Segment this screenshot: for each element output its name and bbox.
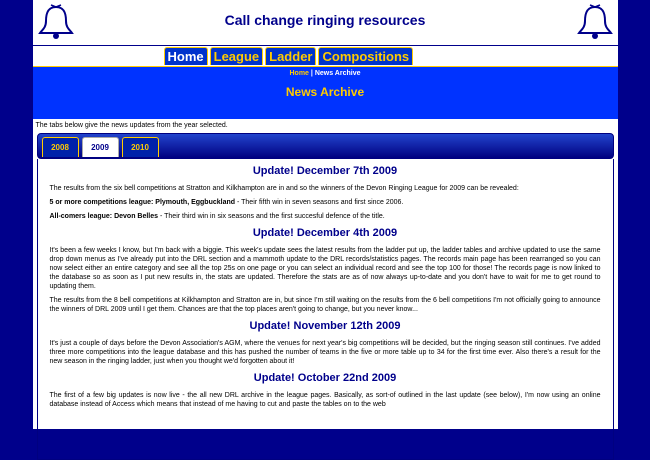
breadcrumb-separator: | [310,70,313,77]
breadcrumb: Home | News Archive [33,70,618,77]
tab-2009[interactable]: 2009 [81,137,119,157]
update-paragraph: All-comers league: Devon Belles - Their … [50,212,601,221]
update-title: Update! November 12th 2009 [249,320,401,332]
page: Call change ringing resources Home Leagu… [32,0,618,460]
year-tab-panel: 2008 2009 2010 [36,133,614,159]
bell-icon [575,3,614,41]
page-title: News Archive [285,85,365,99]
update-paragraph: The results from the 8 bell competitions… [49,297,601,313]
update-paragraph: It's just a couple of days before the De… [49,340,601,365]
intro-text: The tabs below give the news updates fro… [35,122,228,129]
tab-compositions[interactable]: Compositions [318,47,414,65]
update-paragraph: The results from the six bell competitio… [49,185,519,192]
breadcrumb-current: News Archive [314,70,361,77]
tab-2010[interactable]: 2010 [121,137,159,157]
news-item: Update! October 22nd 2009 The first of a… [50,372,601,409]
league-winner-label: 5 or more competitions league: Plymouth,… [49,199,236,206]
tab-league[interactable]: League [209,47,264,65]
tab-2008[interactable]: 2008 [41,137,79,157]
league-winner-text: - Their fifth win in seven seasons and f… [235,199,404,206]
title-bar: Home | News Archive News Archive [32,66,618,119]
tab-home[interactable]: Home [163,47,208,65]
breadcrumb-home-link[interactable]: Home [290,70,309,77]
year-tabs: 2008 2009 2010 [41,137,162,157]
update-title: Update! December 7th 2009 [252,165,398,177]
site-title: Call change ringing resources [224,12,426,28]
update-paragraph: It's been a few weeks I know, but I'm ba… [49,247,601,290]
update-paragraph: The first of a few big updates is now li… [49,392,601,408]
news-content: Update! December 7th 2009 The results fr… [36,159,614,460]
update-title: Update! December 4th 2009 [252,227,398,239]
news-item: Update! December 7th 2009 The results fr… [50,165,601,221]
main-nav: Home League Ladder Compositions [32,46,618,66]
update-title: Update! October 22nd 2009 [253,372,397,384]
news-item: Update! November 12th 2009 It's just a c… [50,320,601,366]
site-header: Call change ringing resources [32,0,618,46]
main-tabs: Home League Ladder Compositions [163,47,416,65]
news-item: Update! December 4th 2009 It's been a fe… [50,227,601,314]
tab-ladder[interactable]: Ladder [265,47,317,65]
update-paragraph: 5 or more competitions league: Plymouth,… [50,198,601,207]
league-winner-text: - Their third win in six seasons and the… [158,213,385,220]
league-winner-label: All-comers league: Devon Belles [49,213,159,220]
